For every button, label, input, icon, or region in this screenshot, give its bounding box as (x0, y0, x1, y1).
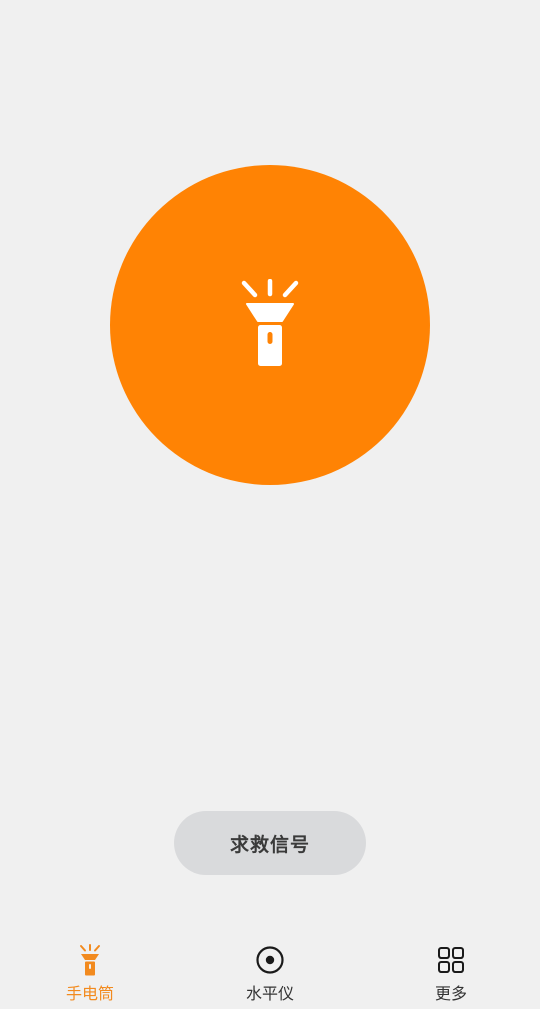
tab-flashlight[interactable]: 手电筒 (30, 935, 150, 1009)
flashlight-screen: 求救信号 手电筒 水平仪 更多 (0, 0, 540, 1009)
flashlight-icon (74, 944, 106, 976)
tab-more-label: 更多 (434, 984, 467, 1003)
tab-flashlight-label: 手电筒 (65, 984, 114, 1003)
sos-signal-label: 求救信号 (229, 833, 310, 856)
bottom-tab-bar: 手电筒 水平仪 更多 (0, 935, 540, 1009)
level-icon (254, 944, 286, 976)
sos-signal-button[interactable]: 求救信号 (174, 811, 366, 875)
tab-level-label: 水平仪 (245, 984, 294, 1003)
flashlight-icon (241, 279, 299, 366)
tab-more[interactable]: 更多 (391, 935, 511, 1009)
flashlight-toggle-button[interactable] (110, 165, 430, 485)
tab-level[interactable]: 水平仪 (210, 935, 330, 1009)
grid-icon (435, 944, 467, 976)
